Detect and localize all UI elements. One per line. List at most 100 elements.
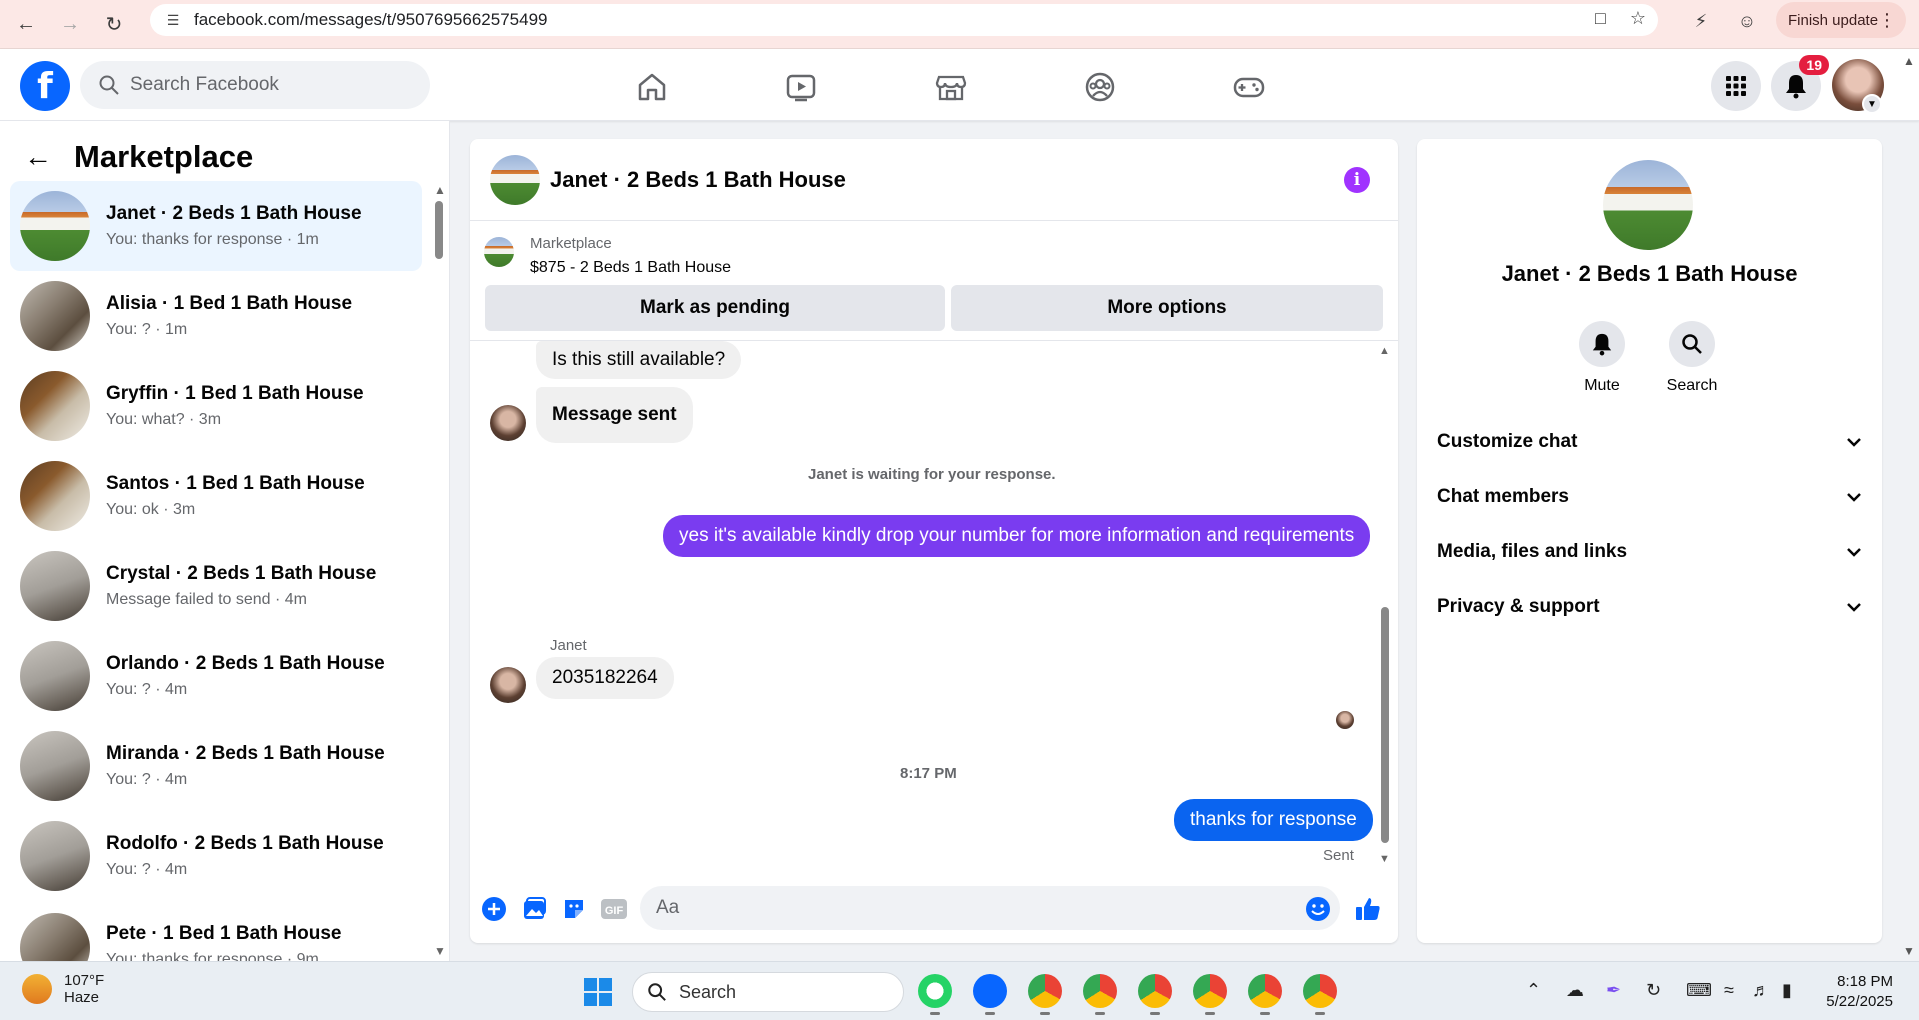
bookmark-star-icon[interactable]: ☆ (1630, 8, 1646, 29)
whatsapp-icon[interactable] (918, 974, 952, 1008)
chrome-profile-icon[interactable] (1083, 974, 1117, 1008)
weather-temperature: 107°F (64, 972, 105, 989)
facebook-header: f 19 ▼ (0, 49, 1919, 121)
sender-avatar[interactable] (490, 667, 526, 703)
chrome-icon[interactable] (1028, 974, 1062, 1008)
search-icon (648, 983, 666, 1001)
chrome-profile-icon[interactable] (1193, 974, 1227, 1008)
back-arrow-icon[interactable]: ← (24, 141, 52, 173)
conversation-thumbnail (20, 551, 90, 621)
chevron-down-icon[interactable]: ▼ (1862, 94, 1882, 114)
home-icon[interactable] (632, 67, 672, 107)
marketplace-listing-bar: Marketplace $875 - 2 Beds 1 Bath House M… (470, 221, 1398, 341)
scroll-up-arrow-icon[interactable]: ▲ (434, 183, 446, 197)
emoji-icon[interactable] (1304, 895, 1332, 923)
conversation-item[interactable]: Rodolfo · 2 Beds 1 Bath House You: ? · 4m (10, 811, 422, 901)
more-options-button[interactable]: More options (951, 285, 1383, 331)
scroll-down-arrow-icon[interactable]: ▼ (434, 944, 446, 958)
finish-update-button[interactable]: Finish update ⋮ (1776, 2, 1906, 38)
media-files-links-row[interactable]: Media, files and links (1437, 532, 1862, 572)
thread-scrollbar-thumb[interactable] (1381, 607, 1389, 843)
photo-icon[interactable] (520, 895, 548, 923)
system-clock[interactable]: 8:18 PM 5/22/2025 (1826, 972, 1893, 1012)
conversation-name: Pete · 1 Bed 1 Bath House (106, 923, 342, 944)
video-icon[interactable] (781, 67, 821, 107)
sidebar-scrollbar-thumb[interactable] (435, 201, 443, 259)
more-vertical-icon[interactable]: ⋮ (1878, 10, 1896, 31)
chrome-profile-icon[interactable] (1303, 974, 1337, 1008)
scroll-down-arrow-icon[interactable]: ▼ (1379, 853, 1390, 865)
menu-grid-button[interactable] (1711, 61, 1761, 111)
url-text: facebook.com/messages/t/9507695662575499 (194, 10, 548, 29)
conversation-item[interactable]: Janet · 2 Beds 1 Bath House You: thanks f… (10, 181, 422, 271)
gif-icon[interactable]: GIF (600, 895, 628, 923)
sender-avatar[interactable] (490, 405, 526, 441)
groups-icon[interactable] (1080, 67, 1120, 107)
mark-as-pending-button[interactable]: Mark as pending (485, 285, 945, 331)
conversation-item[interactable]: Pete · 1 Bed 1 Bath House You: thanks for… (10, 901, 422, 961)
chevron-up-icon[interactable]: ⌃ (1526, 980, 1541, 1001)
pen-icon[interactable]: ✒ (1606, 980, 1621, 1001)
search-conversation-button[interactable]: Search (1652, 321, 1732, 395)
facebook-app-icon[interactable] (973, 974, 1007, 1008)
windows-taskbar: 107°F Haze Search ⌃ ☁ ✒ ↻ ⌨ ≈ ♬ ▮ 8:18 P… (0, 961, 1919, 1020)
chrome-profile-icon[interactable] (1138, 974, 1172, 1008)
chrome-profile-icon[interactable] (1248, 974, 1282, 1008)
conversation-item[interactable]: Miranda · 2 Beds 1 Bath House You: ? · 4m (10, 721, 422, 811)
outgoing-message[interactable]: thanks for response (1174, 799, 1373, 841)
conversation-item[interactable]: Santos · 1 Bed 1 Bath House You: ok · 3m (10, 451, 422, 541)
windows-start-icon[interactable] (584, 978, 612, 1006)
listing-thumbnail[interactable] (484, 237, 514, 267)
customize-chat-row[interactable]: Customize chat (1437, 422, 1862, 462)
chevron-down-icon (1846, 541, 1862, 563)
gaming-icon[interactable] (1229, 67, 1269, 107)
message-input[interactable] (640, 886, 1340, 930)
incoming-message[interactable]: 2035182264 (536, 657, 674, 699)
page-scroll-up-icon[interactable]: ▲ (1903, 54, 1915, 68)
volume-icon[interactable]: ♬ (1752, 980, 1770, 1001)
back-arrow-icon[interactable]: ← (8, 6, 44, 42)
scroll-up-arrow-icon[interactable]: ▲ (1379, 345, 1390, 357)
conversation-item[interactable]: Alisia · 1 Bed 1 Bath House You: ? · 1m (10, 271, 422, 361)
taskbar-search[interactable]: Search (632, 972, 904, 1012)
reload-icon[interactable]: ↻ (96, 6, 132, 42)
page-scroll-down-icon[interactable]: ▼ (1903, 944, 1915, 958)
chat-avatar[interactable] (490, 155, 540, 205)
incoming-message[interactable]: Message sent (536, 387, 693, 443)
marketplace-icon[interactable] (931, 67, 971, 107)
listing-title[interactable]: $875 - 2 Beds 1 Bath House (530, 259, 731, 277)
conversation-item[interactable]: Gryffin · 1 Bed 1 Bath House You: what? ·… (10, 361, 422, 451)
install-app-icon[interactable]: □ (1595, 8, 1606, 29)
info-icon[interactable]: i (1344, 167, 1370, 193)
thumbs-up-icon[interactable] (1354, 895, 1382, 923)
conversation-item[interactable]: Orlando · 2 Beds 1 Bath House You: ? · 4m (10, 631, 422, 721)
outgoing-message[interactable]: yes it's available kindly drop your numb… (663, 515, 1371, 557)
finish-update-label: Finish update (1788, 11, 1879, 29)
privacy-support-row[interactable]: Privacy & support (1437, 587, 1862, 627)
keyboard-icon[interactable]: ⌨ (1686, 980, 1712, 1001)
weather-widget[interactable]: 107°F Haze (22, 972, 104, 1006)
wifi-icon[interactable]: ≈ (1724, 980, 1734, 1001)
grid-icon (1726, 76, 1746, 96)
plus-circle-icon[interactable] (480, 895, 508, 923)
onedrive-icon[interactable]: ☁ (1566, 980, 1584, 1001)
mute-button[interactable]: Mute (1562, 321, 1642, 395)
conversation-item[interactable]: Crystal · 2 Beds 1 Bath House Message fai… (10, 541, 422, 631)
notifications-button[interactable]: 19 (1771, 55, 1829, 111)
chat-members-row[interactable]: Chat members (1437, 477, 1862, 517)
info-avatar[interactable] (1603, 160, 1693, 250)
facebook-search-input[interactable] (130, 74, 390, 96)
search-label: Search (1666, 377, 1718, 394)
site-settings-icon[interactable]: ☰ (162, 9, 184, 31)
chat-title[interactable]: Janet · 2 Beds 1 Bath House (550, 167, 846, 193)
address-bar[interactable]: ☰ facebook.com/messages/t/95076956625754… (150, 4, 1658, 36)
sync-icon[interactable]: ↻ (1646, 980, 1661, 1001)
extension-icon[interactable]: ⚡ (1688, 8, 1714, 34)
forward-arrow-icon[interactable]: → (52, 6, 88, 42)
profile-icon[interactable]: ☺ (1734, 8, 1760, 34)
incoming-message[interactable]: Is this still available? (536, 341, 742, 379)
facebook-search-box[interactable] (80, 61, 430, 109)
battery-icon[interactable]: ▮ (1782, 980, 1792, 1001)
sticker-icon[interactable] (560, 895, 588, 923)
facebook-logo-icon[interactable]: f (20, 61, 70, 111)
